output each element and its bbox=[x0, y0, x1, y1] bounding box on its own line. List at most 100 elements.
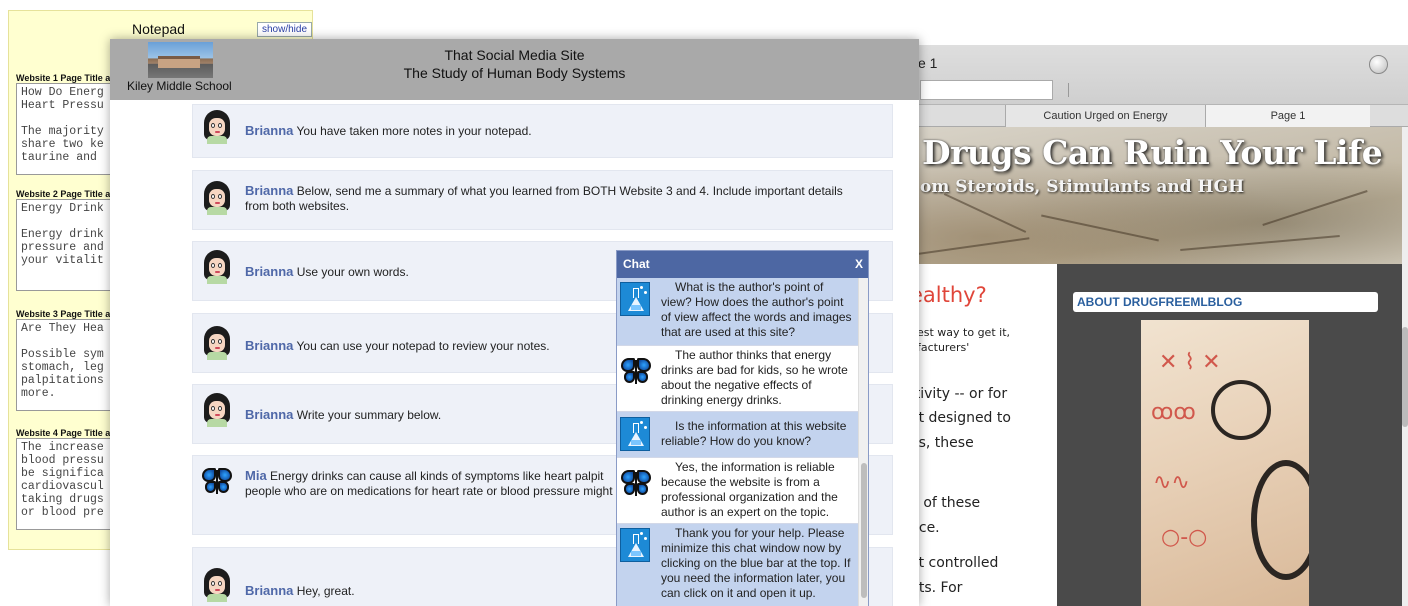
sidebar-heading-text: ABOUT DRUGFREEMLBLOG bbox=[1077, 295, 1243, 309]
chat-line: you need the information later, you bbox=[661, 571, 846, 585]
chat-close-button[interactable]: X bbox=[855, 257, 863, 271]
girl-avatar-icon bbox=[201, 250, 233, 284]
chat-line: Thank you for your help. Please bbox=[675, 526, 845, 540]
chat-message-list: What is the author's point of view? How … bbox=[617, 278, 858, 606]
article-heading: ealthy? bbox=[910, 283, 987, 307]
address-field[interactable] bbox=[920, 80, 1053, 100]
girl-avatar-icon bbox=[201, 181, 233, 215]
chat-line: The author thinks that energy bbox=[675, 348, 832, 362]
chat-line: that are used at this site? bbox=[661, 325, 796, 339]
message-text: Brianna You can use your notepad to revi… bbox=[245, 338, 550, 354]
browser-tab-strip: Caution Urged on Energy Page 1 bbox=[880, 105, 1408, 127]
chat-message-text: Is the information at this website relia… bbox=[661, 419, 856, 449]
message-body: You can use your notepad to review your … bbox=[296, 339, 550, 353]
chat-message-text: Thank you for your help. Please minimize… bbox=[661, 526, 856, 601]
chat-line: of view affect the words and images bbox=[661, 310, 852, 324]
girl-avatar-icon bbox=[201, 326, 233, 360]
chat-message-question: Thank you for your help. Please minimize… bbox=[617, 524, 858, 606]
article-text-line: ot controlled bbox=[910, 555, 999, 571]
message-text: Brianna Hey, great. bbox=[245, 583, 355, 599]
browser-title-bar: e 1 bbox=[880, 45, 1408, 105]
message-body: Energy drinks can cause all kinds of sym… bbox=[270, 469, 604, 483]
chat-message-text: The author thinks that energy drinks are… bbox=[661, 348, 856, 408]
chat-line: drinking energy drinks. bbox=[661, 393, 782, 407]
article-text-line: ot designed to bbox=[910, 410, 1011, 426]
sender-name[interactable]: Brianna bbox=[245, 183, 293, 198]
chat-line: because the website is from a bbox=[661, 475, 820, 489]
chat-line: about the negative effects of bbox=[661, 378, 812, 392]
chat-message-text: Yes, the information is reliable because… bbox=[661, 460, 856, 520]
site-title: That Social Media Site The Study of Huma… bbox=[110, 46, 919, 82]
chat-message-question: Is the information at this website relia… bbox=[617, 412, 858, 458]
sender-name[interactable]: Brianna bbox=[245, 338, 293, 353]
chat-line: minimize this chat window now by bbox=[661, 541, 842, 555]
message-body: Below, send me a summary of what you lea… bbox=[296, 184, 843, 198]
message-body: Write your summary below. bbox=[296, 408, 442, 422]
girl-avatar-icon bbox=[201, 393, 233, 427]
sender-name[interactable]: Brianna bbox=[245, 264, 293, 279]
article-text-line: n of these bbox=[910, 495, 981, 511]
sidebar-heading: ABOUT DRUGFREEMLBLOG bbox=[1073, 292, 1378, 312]
chat-line: Yes, the information is reliable bbox=[675, 460, 835, 474]
text-cursor bbox=[1068, 83, 1069, 97]
site-subtitle: The Study of Human Body Systems bbox=[403, 65, 626, 81]
sender-name[interactable]: Brianna bbox=[245, 123, 293, 138]
message-text: Brianna Below, send me a summary of what… bbox=[245, 183, 885, 214]
site-title-line: That Social Media Site bbox=[444, 47, 585, 63]
message-body: Use your own words. bbox=[296, 265, 409, 279]
chat-message-answer: The author thinks that energy drinks are… bbox=[617, 346, 858, 412]
chat-header-bar[interactable]: Chat X bbox=[617, 251, 868, 278]
article-text-line: best way to get it, bbox=[910, 326, 1010, 339]
scrollbar-thumb[interactable] bbox=[1402, 327, 1408, 427]
feed-message: Brianna Below, send me a summary of what… bbox=[192, 170, 893, 230]
girl-avatar-icon bbox=[201, 110, 233, 144]
chat-line: Is the information at this website bbox=[675, 419, 847, 433]
browser-scrollbar[interactable] bbox=[1402, 127, 1408, 606]
message-text: Brianna Write your summary below. bbox=[245, 407, 441, 423]
science-flask-icon bbox=[620, 528, 650, 562]
chat-message-answer: Yes, the information is reliable because… bbox=[617, 458, 858, 524]
banner-title: Drugs Can Ruin Your Life bbox=[922, 133, 1383, 172]
article-text-line: :tivity -- or for bbox=[910, 386, 1008, 402]
butterfly-icon bbox=[620, 356, 651, 390]
message-body: You have taken more notes in your notepa… bbox=[296, 124, 532, 138]
sender-name[interactable]: Brianna bbox=[245, 583, 293, 598]
chat-line: clicking on the blue bar at the top. If bbox=[661, 556, 851, 570]
message-text: Brianna You have taken more notes in you… bbox=[245, 123, 532, 139]
window-control-button[interactable] bbox=[1369, 55, 1388, 74]
social-header: Kiley Middle School That Social Media Si… bbox=[110, 39, 919, 100]
chat-line: can click on it and open it up. bbox=[661, 586, 816, 600]
sender-name[interactable]: Brianna bbox=[245, 407, 293, 422]
chat-window: Chat X What is the author's point of vie… bbox=[616, 250, 869, 606]
girl-avatar-icon bbox=[201, 568, 233, 602]
chat-scrollbar[interactable] bbox=[858, 278, 868, 606]
chat-title: Chat bbox=[623, 257, 650, 271]
message-body-continued: from both websites. bbox=[245, 199, 350, 213]
science-flask-icon bbox=[620, 417, 650, 451]
chat-line: view? How does the author's point bbox=[661, 295, 844, 309]
butterfly-avatar-icon bbox=[201, 466, 233, 500]
message-body: Hey, great. bbox=[296, 584, 355, 598]
article-text-line: es, these bbox=[910, 435, 974, 451]
blog-banner: Drugs Can Ruin Your Life om Steroids, St… bbox=[880, 127, 1408, 264]
tab-page-1[interactable]: Page 1 bbox=[1205, 105, 1370, 127]
chat-scrollbar-thumb[interactable] bbox=[861, 463, 867, 598]
chat-line: What is the author's point of bbox=[675, 280, 824, 294]
tab-caution-urged[interactable]: Caution Urged on Energy bbox=[1005, 105, 1205, 127]
sidebar-whistle-image: ✕ ⌇ ✕ ꝏꝏ ∿∿ ○-○ bbox=[1141, 320, 1309, 606]
notepad-show-hide-button[interactable]: show/hide bbox=[257, 22, 313, 37]
chat-message-question: What is the author's point of view? How … bbox=[617, 278, 858, 346]
science-flask-icon bbox=[620, 282, 650, 316]
browser-window-title: e 1 bbox=[918, 55, 938, 71]
chat-line: professional organization and the bbox=[661, 490, 838, 504]
banner-subtitle: om Steroids, Stimulants and HGH bbox=[920, 177, 1245, 197]
blog-sidebar: ABOUT DRUGFREEMLBLOG ✕ ⌇ ✕ ꝏꝏ ∿∿ ○-○ bbox=[1057, 264, 1408, 606]
message-text: Brianna Use your own words. bbox=[245, 264, 409, 280]
notepad-title: Notepad bbox=[132, 21, 185, 37]
chat-message-text: What is the author's point of view? How … bbox=[661, 280, 856, 340]
sender-name[interactable]: Mia bbox=[245, 468, 267, 483]
browser-window: e 1 Caution Urged on Energy Page 1 Drugs… bbox=[880, 45, 1408, 606]
chat-line: drinks are bad for kids, so he wrote bbox=[661, 363, 848, 377]
butterfly-icon bbox=[620, 468, 651, 502]
chat-line: author is an expert on the topic. bbox=[661, 505, 830, 519]
